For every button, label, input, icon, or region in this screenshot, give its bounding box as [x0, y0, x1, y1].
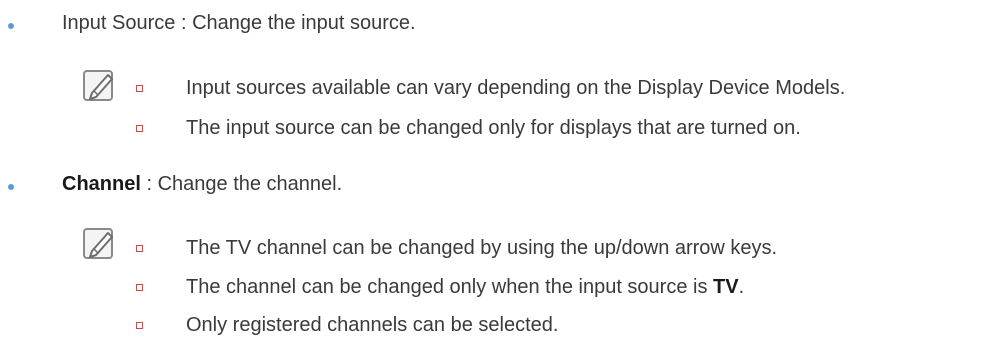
term-label: Input Source — [62, 12, 176, 34]
bullet-dot-icon — [8, 23, 14, 29]
square-bullet-icon — [136, 245, 143, 252]
note-item: The channel can be changed only when the… — [186, 274, 744, 300]
term-separator: : — [140, 173, 158, 195]
square-bullet-icon — [136, 322, 143, 329]
note-pencil-icon — [83, 228, 113, 259]
square-bullet-icon — [136, 284, 143, 291]
note-item: Input sources available can vary dependi… — [186, 77, 846, 99]
note-text: The channel can be changed only when the… — [186, 276, 714, 298]
list-item-channel: Channel : Change the channel. — [62, 171, 342, 197]
term-description: Change the input source. — [192, 12, 416, 34]
square-bullet-icon — [136, 125, 143, 132]
note-text-end: . — [738, 276, 745, 298]
term-label: Channel — [62, 173, 141, 195]
note-keyword: TV — [713, 276, 739, 298]
bullet-dot-icon — [8, 184, 14, 190]
note-item: The input source can be changed only for… — [186, 117, 801, 139]
note-item: Only registered channels can be selected… — [186, 314, 559, 336]
square-bullet-icon — [136, 85, 143, 92]
note-item: The TV channel can be changed by using t… — [186, 237, 778, 259]
term-separator: : — [175, 12, 193, 34]
note-pencil-icon — [83, 70, 113, 101]
list-item-input-source: Input Source : Change the input source. — [62, 10, 416, 36]
term-description: Change the channel. — [157, 173, 343, 195]
